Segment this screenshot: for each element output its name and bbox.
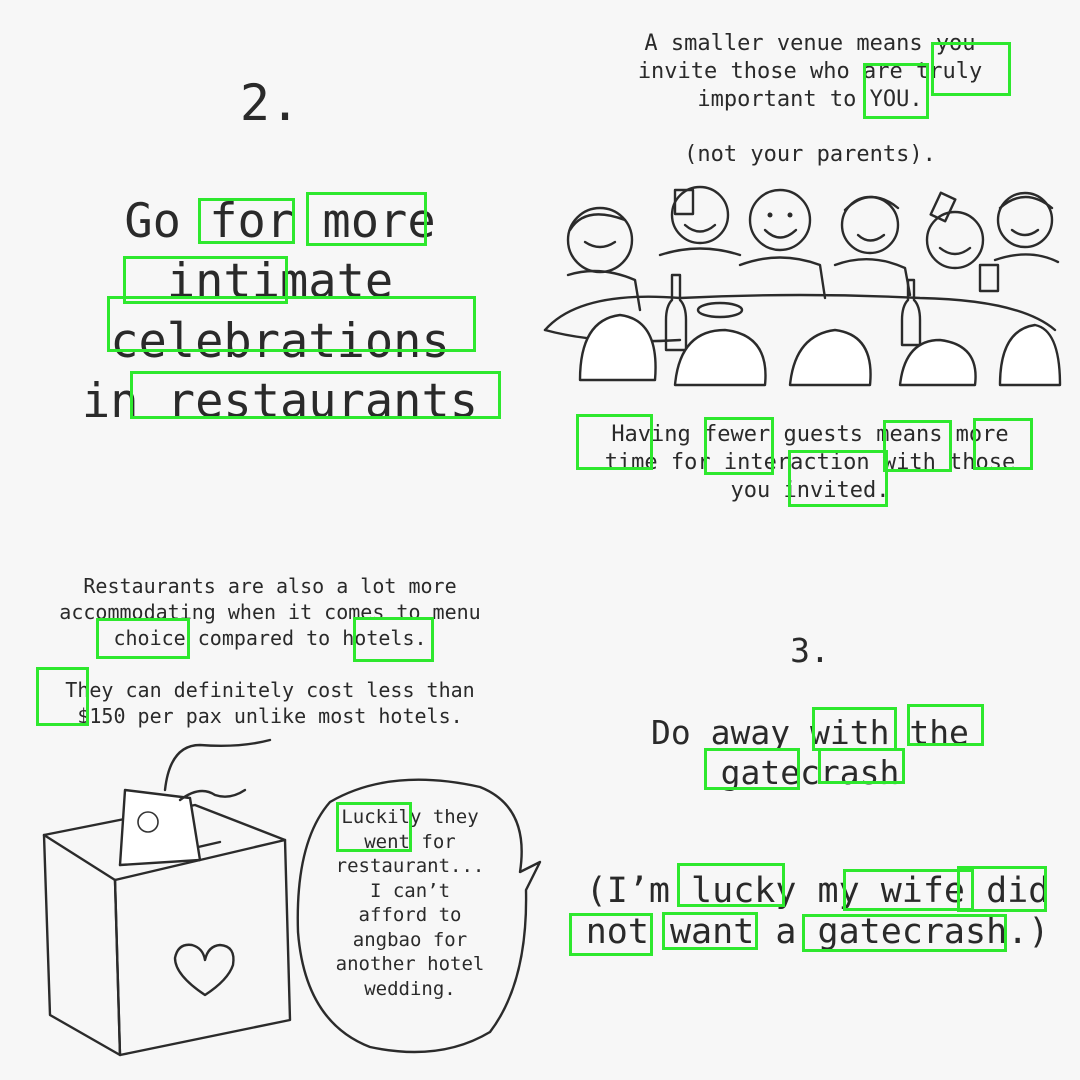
headline-line-1: Go for more (124, 194, 436, 249)
step-number-3: 3. (790, 631, 830, 670)
party-table-illustration (543, 185, 1062, 387)
panel4-subtext: (I’m lucky my wife did not want a gatecr… (585, 871, 1050, 952)
headline-line-3: celebrations (110, 314, 450, 369)
heart-icon (173, 943, 235, 997)
panel2-top-text: A smaller venue means you invite those w… (637, 31, 983, 112)
headline-line-4: in restaurants (81, 374, 479, 429)
panel1-headline: Go for more intimate celebrations in res… (20, 192, 540, 432)
panel2-bottom-text: Having fewer guests means more time for … (604, 422, 1016, 503)
panel4-headline: Do away with the gatecrash (651, 713, 969, 792)
panel3-text-b: They can definitely cost less than $150 … (65, 678, 475, 728)
speech-bubble-text: Luckily they went for restaurant... I ca… (335, 806, 485, 1000)
panel2-parenthetical: (not your parents). (684, 142, 936, 167)
panel3-text-a: Restaurants are also a lot more accommod… (59, 574, 481, 650)
headline-line-2: intimate (166, 254, 394, 309)
step-number-2: 2. (239, 74, 301, 132)
